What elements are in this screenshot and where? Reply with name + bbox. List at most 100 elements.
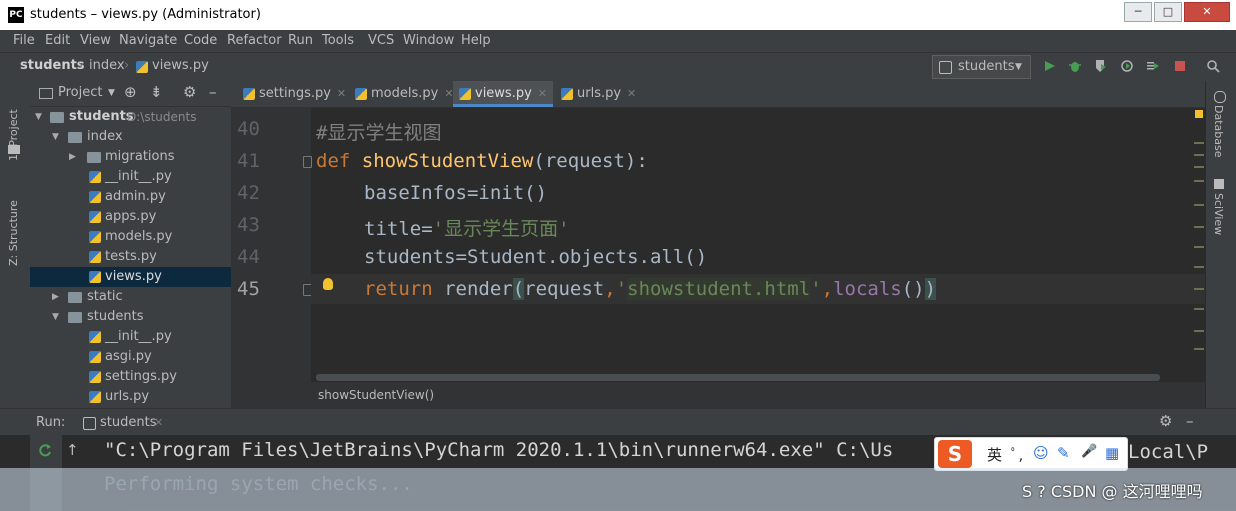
ime-handwriting-icon[interactable]: ✎	[1057, 444, 1070, 462]
menu-view[interactable]: View	[80, 33, 111, 48]
tree-item-label: tests.py	[105, 249, 157, 264]
breadcrumb-file[interactable]: views.py	[152, 58, 209, 73]
close-icon[interactable]: ✕	[627, 87, 636, 100]
stripe-mark[interactable]	[1194, 142, 1204, 144]
stripe-mark[interactable]	[1194, 246, 1204, 248]
tab-urls-py[interactable]: urls.py ✕	[555, 81, 642, 107]
tree-item-file-selected[interactable]: views.py	[30, 267, 231, 287]
code-line-42: baseInfos=init()	[364, 182, 547, 204]
run-tab-label[interactable]: students	[100, 415, 156, 430]
run-config-label: students	[958, 59, 1015, 74]
tree-item-file[interactable]: asgi.py	[30, 347, 231, 367]
tab-views-py[interactable]: views.py ✕	[453, 81, 554, 107]
python-file-icon	[89, 391, 101, 403]
tree-item-file[interactable]: __init__.py	[30, 167, 231, 187]
menu-window[interactable]: Window	[403, 33, 454, 48]
minimize-button[interactable]: ─	[1124, 2, 1152, 22]
editor-breadcrumb[interactable]: showStudentView()	[318, 388, 434, 402]
ime-toolbar[interactable]: S 英 ﾟ, ☺ ✎ 🎤 ▦	[934, 437, 1128, 471]
code-line-44: students=Student.objects.all()	[364, 246, 707, 268]
tree-item-file[interactable]: urls.py	[30, 387, 231, 407]
menu-vcs[interactable]: VCS	[368, 33, 394, 48]
tab-models-py[interactable]: models.py ✕	[349, 81, 460, 107]
python-file-icon	[459, 88, 471, 100]
code-editor[interactable]: 40 41 42 43 44 45 #显示学生视图 def showStuden…	[231, 108, 1205, 382]
hide-icon[interactable]: –	[209, 83, 217, 101]
project-view-label[interactable]: Project	[58, 85, 102, 100]
sogou-logo-icon[interactable]: S	[938, 440, 972, 468]
stripe-mark[interactable]	[1194, 266, 1204, 268]
concurrency-icon[interactable]	[1146, 59, 1160, 73]
tree-item-students[interactable]: ▼ students	[30, 307, 231, 327]
breadcrumb-folder[interactable]: index	[89, 58, 125, 73]
close-icon[interactable]: ✕	[154, 416, 163, 429]
tree-item-static[interactable]: ▶ static	[30, 287, 231, 307]
gear-icon[interactable]: ⚙	[183, 83, 196, 101]
ime-language-toggle[interactable]: 英	[987, 444, 1002, 465]
tree-item-index[interactable]: ▼ index	[30, 127, 231, 147]
close-button[interactable]: ✕	[1184, 2, 1230, 22]
code-line-43: title='显示学生页面'	[364, 214, 570, 241]
maximize-button[interactable]: □	[1154, 2, 1182, 22]
menu-help[interactable]: Help	[461, 33, 491, 48]
code-line-45: return render(request,'showstudent.html'…	[364, 278, 937, 300]
ime-toolbox-icon[interactable]: ▦	[1105, 444, 1119, 462]
stripe-mark[interactable]	[1194, 166, 1204, 168]
stop-icon[interactable]	[1173, 59, 1187, 73]
stripe-mark[interactable]	[1194, 154, 1204, 156]
ime-voice-icon[interactable]: 🎤	[1081, 444, 1097, 459]
tab-database-toolwindow[interactable]: Database	[1212, 105, 1225, 158]
close-icon[interactable]: ✕	[538, 87, 547, 100]
stripe-mark[interactable]	[1194, 226, 1204, 228]
collapse-all-icon[interactable]: ⇟	[150, 83, 163, 101]
tab-settings-py[interactable]: settings.py ✕	[237, 81, 352, 107]
menu-run[interactable]: Run	[288, 33, 313, 48]
menu-code[interactable]: Code	[184, 33, 217, 48]
menu-refactor[interactable]: Refactor	[227, 33, 282, 48]
hide-icon[interactable]: –	[1186, 412, 1194, 430]
stripe-mark[interactable]	[1194, 330, 1204, 332]
run-panel-header: Run: students ✕ ⚙ –	[0, 408, 1236, 436]
debug-icon[interactable]	[1068, 59, 1082, 73]
stripe-mark[interactable]	[1194, 308, 1204, 310]
stripe-mark[interactable]	[1194, 180, 1204, 182]
tree-item-file[interactable]: settings.py	[30, 367, 231, 387]
menu-navigate[interactable]: Navigate	[119, 33, 177, 48]
chevron-down-icon[interactable]: ▼	[108, 88, 115, 98]
close-icon[interactable]: ✕	[337, 87, 346, 100]
tree-item-file[interactable]: apps.py	[30, 207, 231, 227]
locate-icon[interactable]: ⊕	[124, 83, 137, 101]
stripe-mark[interactable]	[1194, 288, 1204, 290]
tree-item-file[interactable]: tests.py	[30, 247, 231, 267]
tab-sciview-toolwindow[interactable]: SciView	[1212, 193, 1225, 235]
stripe-mark[interactable]	[1194, 204, 1204, 206]
rerun-icon[interactable]	[38, 443, 52, 457]
gear-icon[interactable]: ⚙	[1159, 412, 1172, 430]
arrow-up-icon[interactable]: ↑	[66, 441, 79, 459]
tree-item-migrations[interactable]: ▶ migrations	[30, 147, 231, 167]
error-stripe[interactable]	[1192, 108, 1206, 368]
tree-item-file[interactable]: __init__.py	[30, 327, 231, 347]
chevron-down-icon: ▼	[35, 112, 42, 122]
search-icon[interactable]	[1206, 59, 1220, 73]
run-config-selector[interactable]: students ▼	[932, 55, 1031, 79]
tab-structure-toolwindow[interactable]: Z: Structure	[7, 176, 20, 266]
menu-file[interactable]: File	[13, 33, 35, 48]
editor-horizontal-scrollbar[interactable]	[316, 374, 1160, 381]
tree-item-label: views.py	[105, 269, 162, 284]
tree-item-file[interactable]: admin.py	[30, 187, 231, 207]
coverage-icon[interactable]	[1094, 59, 1108, 73]
profile-icon[interactable]	[1120, 59, 1134, 73]
run-icon[interactable]	[1043, 59, 1057, 73]
menu-edit[interactable]: Edit	[45, 33, 70, 48]
fold-icon[interactable]	[303, 156, 312, 168]
lightbulb-icon[interactable]	[323, 278, 333, 290]
menu-tools[interactable]: Tools	[322, 33, 354, 48]
ime-punctuation-icon[interactable]: ﾟ,	[1011, 444, 1023, 465]
warning-icon[interactable]	[1195, 110, 1203, 118]
ime-emoji-icon[interactable]: ☺	[1033, 444, 1049, 462]
stripe-mark[interactable]	[1194, 348, 1204, 350]
tree-item-file[interactable]: models.py	[30, 227, 231, 247]
breadcrumb-project[interactable]: students	[20, 58, 85, 73]
tree-item-students-root[interactable]: ▼ students D:\students	[30, 107, 231, 127]
